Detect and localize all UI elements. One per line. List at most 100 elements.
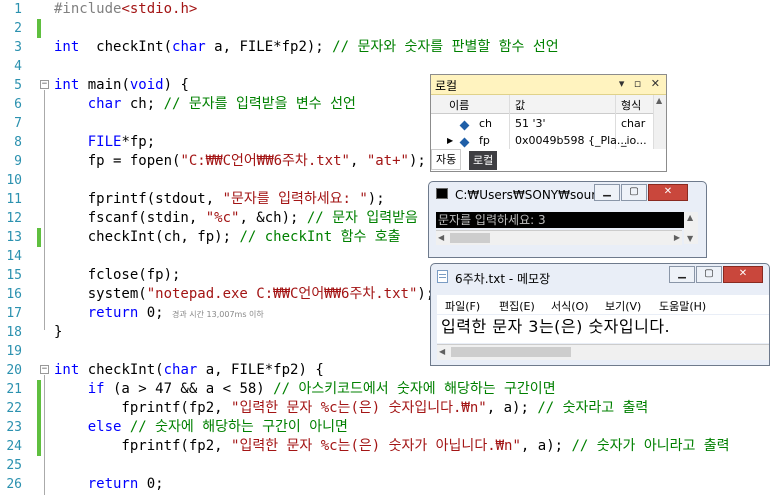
code-line[interactable]: fscanf(stdin, "%c", &ch); // 문자 입력받음: [54, 209, 418, 228]
console-title: C:₩Users₩SONY₩sour...: [455, 188, 607, 202]
variable-type: char: [621, 117, 646, 130]
code-line[interactable]: fp = fopen("C:₩₩C언어₩₩6주차.txt", "at+");: [54, 152, 426, 171]
scroll-thumb[interactable]: [450, 233, 490, 243]
code-token: fp = fopen(: [54, 153, 181, 169]
menu-file[interactable]: 파일(F): [445, 298, 480, 314]
variable-type: _io...: [621, 134, 647, 147]
code-token: a, FILE*fp2);: [205, 39, 333, 55]
locals-row-fp[interactable]: ▶ fp 0x0049b598 {_Pla... _io...: [431, 132, 654, 149]
close-button[interactable]: ✕: [648, 184, 688, 201]
tab-locals[interactable]: 로컬: [469, 151, 498, 170]
line-number: 7: [14, 116, 22, 131]
code-line[interactable]: fprintf(stdout, "문자를 입력하세요: ");: [54, 190, 385, 209]
line-number: 3: [14, 40, 22, 55]
code-line[interactable]: FILE*fp;: [54, 133, 155, 152]
code-line[interactable]: checkInt(ch, fp); // checkInt 함수 호출: [54, 228, 401, 247]
notepad-text-area[interactable]: 입력한 문자 3는(은) 숫자입니다.: [437, 315, 769, 343]
line-number: 24: [6, 439, 22, 454]
scroll-thumb[interactable]: [451, 347, 571, 357]
code-token: FILE: [87, 134, 122, 150]
scroll-up-icon[interactable]: ▲: [656, 96, 662, 105]
code-token: );: [408, 153, 426, 169]
maximize-button[interactable]: ▢: [621, 184, 647, 201]
variable-value[interactable]: 51 '3': [515, 117, 546, 130]
code-line[interactable]: return 0; 경과 시간 13,007ms 이하: [54, 304, 264, 324]
menu-view[interactable]: 보기(V): [605, 298, 641, 314]
line-number: 22: [6, 401, 22, 416]
code-token: main(: [79, 77, 130, 93]
minimize-button[interactable]: ▁: [669, 266, 695, 283]
line-number: 23: [6, 420, 22, 435]
code-token: <stdio.h>: [121, 1, 198, 17]
console-output[interactable]: 문자를 입력하세요: 3: [436, 212, 684, 228]
code-line[interactable]: int checkInt(char a, FILE*fp2) {: [54, 361, 324, 380]
column-header-name[interactable]: 이름: [449, 97, 469, 113]
menu-help[interactable]: 도움말(H): [659, 298, 706, 314]
code-line[interactable]: }: [54, 323, 62, 342]
code-line[interactable]: if (a > 47 && a < 58) // 아스키코드에서 숫자에 해당하…: [54, 380, 556, 399]
line-number: 2: [14, 21, 22, 36]
code-line[interactable]: fclose(fp);: [54, 266, 181, 285]
locals-window[interactable]: 로컬 ▾ ▫ ✕ 이름 값 형식 ch 51 '3' char ▶ fp 0x0…: [430, 74, 667, 172]
scroll-left-icon[interactable]: ◀: [439, 347, 445, 356]
code-token: checkInt(: [79, 362, 164, 378]
fold-guide: [44, 90, 45, 330]
line-number: 14: [6, 249, 22, 264]
collapse-main-icon[interactable]: −: [40, 80, 49, 89]
code-line[interactable]: char ch; // 문자를 입력받을 변수 선언: [54, 95, 356, 114]
locals-window-buttons[interactable]: ▾ ▫ ✕: [619, 77, 663, 90]
code-token: , a);: [520, 438, 572, 454]
scroll-right-icon[interactable]: ▶: [674, 233, 680, 242]
locals-title: 로컬: [435, 79, 458, 93]
locals-title-bar[interactable]: 로컬 ▾ ▫ ✕: [431, 75, 666, 95]
code-line[interactable]: #include<stdio.h>: [54, 0, 197, 19]
notepad-horizontal-scrollbar[interactable]: ◀: [437, 344, 769, 360]
console-window[interactable]: C:₩Users₩SONY₩sour... ▁ ▢ ✕ 문자를 입력하세요: 3…: [428, 181, 707, 258]
locals-header-row: 이름 값 형식: [431, 95, 654, 114]
scroll-left-icon[interactable]: ◀: [438, 233, 444, 242]
scroll-up-icon[interactable]: ▲: [687, 213, 693, 222]
code-token: , a);: [486, 400, 538, 416]
code-line[interactable]: int checkInt(char a, FILE*fp2); // 문자와 숫…: [54, 38, 559, 57]
close-button[interactable]: ✕: [723, 266, 763, 283]
scroll-down-icon[interactable]: ▼: [687, 234, 693, 243]
line-number: 4: [14, 59, 22, 74]
console-vertical-scrollbar[interactable]: ▲ ▼: [684, 212, 698, 244]
menu-edit[interactable]: 편집(E): [499, 298, 535, 314]
code-line[interactable]: fprintf(fp2, "입력한 문자 %c는(은) 숫자입니다.₩n", a…: [54, 399, 648, 418]
code-token: fscanf(stdin,: [54, 210, 206, 226]
maximize-button[interactable]: ▢: [696, 266, 722, 283]
code-line[interactable]: system("notepad.exe C:₩₩C언어₩₩6주차.txt");: [54, 285, 435, 304]
code-line[interactable]: fprintf(fp2, "입력한 문자 %c는(은) 숫자가 아닙니다.₩n"…: [54, 437, 729, 456]
line-number: 12: [6, 211, 22, 226]
line-number: 26: [6, 477, 22, 492]
line-number: 1: [14, 2, 22, 17]
console-horizontal-scrollbar[interactable]: ◀ ▶: [436, 230, 682, 245]
tab-auto[interactable]: 자동: [431, 149, 462, 170]
minimize-button[interactable]: ▁: [594, 184, 620, 201]
expand-arrow-icon[interactable]: ▶: [447, 136, 453, 145]
code-line[interactable]: return 0;: [54, 475, 164, 494]
locals-scrollbar[interactable]: ▲: [653, 95, 666, 149]
code-token: // checkInt 함수 호출: [239, 229, 401, 245]
code-token: "C:₩₩C언어₩₩6주차.txt": [180, 153, 350, 169]
code-token: int: [54, 362, 80, 378]
locals-row-ch[interactable]: ch 51 '3' char: [431, 115, 654, 132]
code-line[interactable]: int main(void) {: [54, 76, 189, 95]
variable-value[interactable]: 0x0049b598 {_Pla...: [515, 134, 627, 147]
column-header-type[interactable]: 형식: [621, 97, 641, 113]
code-token: "입력한 문자 %c는(은) 숫자입니다.₩n": [231, 400, 487, 416]
menu-format[interactable]: 서식(O): [551, 298, 588, 314]
collapse-checkint-icon[interactable]: −: [40, 365, 49, 374]
code-line[interactable]: else // 숫자에 해당하는 구간이 아니면: [54, 418, 348, 437]
column-header-value[interactable]: 값: [515, 97, 525, 113]
notepad-window[interactable]: 6주차.txt - 메모장 ▁ ▢ ✕ 파일(F) 편집(E) 서식(O) 보기…: [430, 263, 770, 366]
code-token: return: [87, 476, 139, 492]
code-token: if: [87, 381, 105, 397]
code-token: int: [54, 39, 80, 55]
